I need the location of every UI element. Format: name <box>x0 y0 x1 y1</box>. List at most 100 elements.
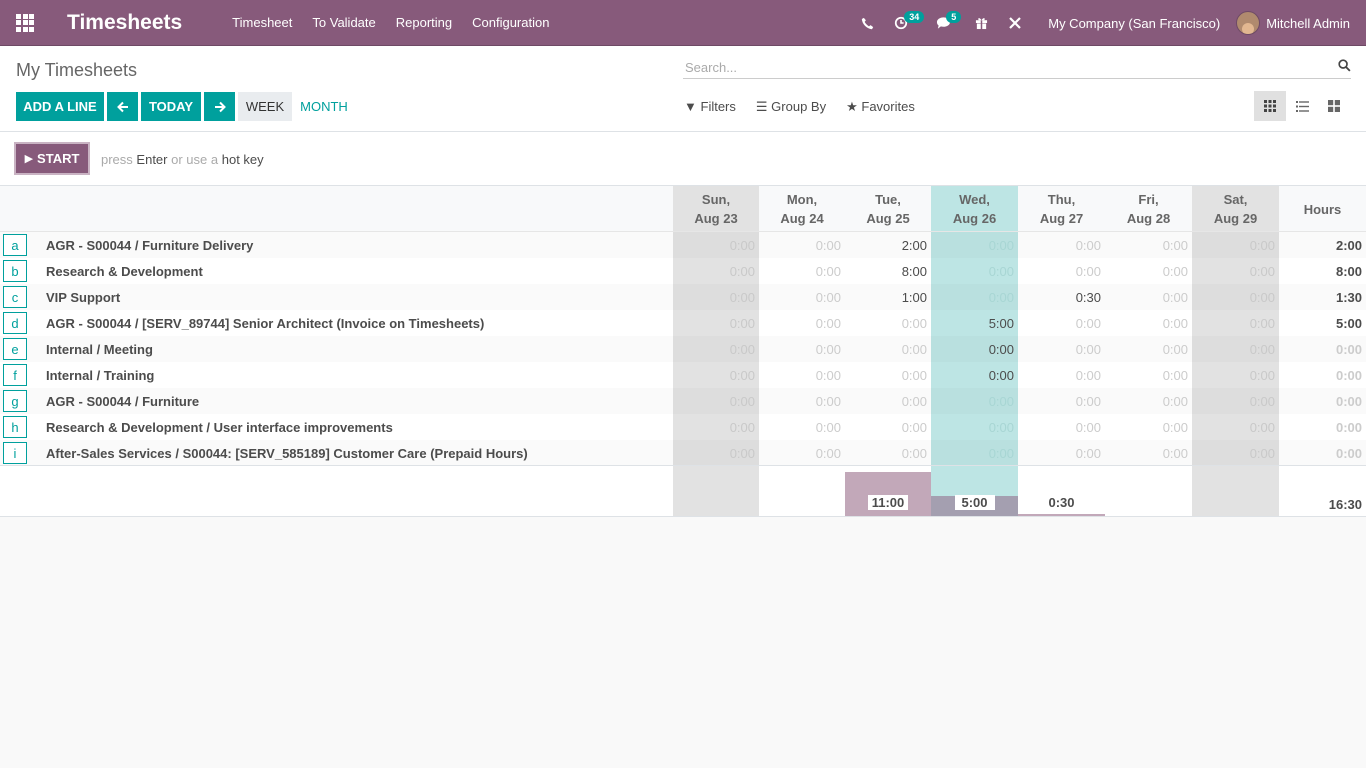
day-cell[interactable]: 1:00 <box>845 290 927 305</box>
day-cell[interactable]: 0:00 <box>1192 342 1275 357</box>
day-cell[interactable]: 0:00 <box>931 238 1014 253</box>
day-cell[interactable]: 0:00 <box>759 316 841 331</box>
day-cell[interactable]: 0:00 <box>1192 264 1275 279</box>
day-cell[interactable]: 0:00 <box>931 446 1014 461</box>
day-cell[interactable]: 0:00 <box>673 420 755 435</box>
day-cell[interactable]: 0:00 <box>673 316 755 331</box>
row-hotkey[interactable]: c <box>3 286 27 308</box>
day-cell[interactable]: 0:00 <box>1192 420 1275 435</box>
day-cell[interactable]: 0:00 <box>845 420 927 435</box>
row-hotkey[interactable]: a <box>3 234 27 256</box>
menu-configuration[interactable]: Configuration <box>462 15 559 30</box>
row-task-name[interactable]: AGR - S00044 / Furniture <box>46 394 199 409</box>
row-task-name[interactable]: Internal / Meeting <box>46 342 153 357</box>
menu-reporting[interactable]: Reporting <box>386 15 462 30</box>
week-range-button[interactable]: WEEK <box>238 92 292 121</box>
day-cell[interactable]: 0:00 <box>931 342 1014 357</box>
day-cell[interactable]: 0:00 <box>845 316 927 331</box>
activity-clock-icon[interactable]: 34 <box>884 0 925 46</box>
app-brand[interactable]: Timesheets <box>50 11 222 35</box>
day-cell[interactable]: 0:00 <box>931 420 1014 435</box>
search-input[interactable] <box>683 57 1323 77</box>
day-cell[interactable]: 0:00 <box>845 368 927 383</box>
day-cell[interactable]: 0:00 <box>1192 316 1275 331</box>
day-cell[interactable]: 0:00 <box>759 420 841 435</box>
day-cell[interactable]: 5:00 <box>931 316 1014 331</box>
day-cell[interactable]: 0:00 <box>1105 290 1188 305</box>
day-cell[interactable]: 0:30 <box>1018 290 1101 305</box>
day-cell[interactable]: 0:00 <box>759 264 841 279</box>
day-cell[interactable]: 0:00 <box>1018 342 1101 357</box>
row-task-name[interactable]: Research & Development / User interface … <box>46 420 393 435</box>
day-cell[interactable]: 0:00 <box>1105 394 1188 409</box>
day-cell[interactable]: 0:00 <box>759 394 841 409</box>
day-cell[interactable]: 0:00 <box>931 264 1014 279</box>
day-cell[interactable]: 0:00 <box>1018 446 1101 461</box>
list-view-button[interactable] <box>1286 91 1318 121</box>
row-hotkey[interactable]: i <box>3 442 27 464</box>
row-task-name[interactable]: AGR - S00044 / [SERV_89744] Senior Archi… <box>46 316 484 331</box>
day-cell[interactable]: 0:00 <box>673 446 755 461</box>
day-cell[interactable]: 0:00 <box>673 264 755 279</box>
day-cell[interactable]: 0:00 <box>931 368 1014 383</box>
gift-icon[interactable] <box>965 0 998 46</box>
day-cell[interactable]: 0:00 <box>845 394 927 409</box>
day-cell[interactable]: 0:00 <box>759 446 841 461</box>
start-timer-button[interactable]: ▶ START <box>14 142 90 175</box>
row-task-name[interactable]: AGR - S00044 / Furniture Delivery <box>46 238 253 253</box>
day-cell[interactable]: 0:00 <box>1192 394 1275 409</box>
row-task-name[interactable]: Internal / Training <box>46 368 154 383</box>
day-cell[interactable]: 0:00 <box>673 290 755 305</box>
row-hotkey[interactable]: d <box>3 312 27 334</box>
day-cell[interactable]: 0:00 <box>759 238 841 253</box>
group-by-dropdown[interactable]: ☰ Group By <box>756 99 826 115</box>
row-hotkey[interactable]: f <box>3 364 27 386</box>
filters-dropdown[interactable]: ▼ Filters <box>684 99 736 115</box>
next-week-button[interactable] <box>204 92 235 121</box>
day-cell[interactable]: 0:00 <box>1105 264 1188 279</box>
row-hotkey[interactable]: e <box>3 338 27 360</box>
day-cell[interactable]: 0:00 <box>759 290 841 305</box>
day-cell[interactable]: 0:00 <box>673 368 755 383</box>
company-switcher[interactable]: My Company (San Francisco) <box>1032 16 1236 31</box>
row-task-name[interactable]: Research & Development <box>46 264 203 279</box>
day-cell[interactable]: 0:00 <box>1192 368 1275 383</box>
day-cell[interactable]: 0:00 <box>1018 238 1101 253</box>
day-cell[interactable]: 0:00 <box>1018 264 1101 279</box>
day-cell[interactable]: 0:00 <box>845 342 927 357</box>
grid-view-button[interactable] <box>1254 91 1286 121</box>
day-cell[interactable]: 0:00 <box>845 446 927 461</box>
day-cell[interactable]: 0:00 <box>931 290 1014 305</box>
day-cell[interactable]: 8:00 <box>845 264 927 279</box>
day-cell[interactable]: 0:00 <box>673 238 755 253</box>
day-cell[interactable]: 0:00 <box>759 342 841 357</box>
day-cell[interactable]: 0:00 <box>1018 394 1101 409</box>
messages-icon[interactable]: 5 <box>926 0 962 46</box>
user-menu[interactable]: Mitchell Admin <box>1266 16 1366 31</box>
today-button[interactable]: TODAY <box>141 92 201 121</box>
menu-to-validate[interactable]: To Validate <box>302 15 385 30</box>
day-cell[interactable]: 0:00 <box>1105 238 1188 253</box>
kanban-view-button[interactable] <box>1318 91 1350 121</box>
day-cell[interactable]: 0:00 <box>1018 316 1101 331</box>
day-cell[interactable]: 0:00 <box>1018 368 1101 383</box>
day-cell[interactable]: 0:00 <box>1105 420 1188 435</box>
favorites-dropdown[interactable]: ★ Favorites <box>846 99 915 115</box>
day-cell[interactable]: 0:00 <box>673 394 755 409</box>
user-avatar[interactable] <box>1236 11 1261 35</box>
row-hotkey[interactable]: b <box>3 260 27 282</box>
row-hotkey[interactable]: g <box>3 390 27 412</box>
previous-week-button[interactable] <box>107 92 138 121</box>
search-icon[interactable] <box>1338 59 1351 75</box>
row-task-name[interactable]: After-Sales Services / S00044: [SERV_585… <box>46 446 528 461</box>
day-cell[interactable]: 0:00 <box>1192 290 1275 305</box>
month-range-button[interactable]: MONTH <box>292 92 356 121</box>
day-cell[interactable]: 0:00 <box>673 342 755 357</box>
menu-timesheet[interactable]: Timesheet <box>222 15 302 30</box>
tools-icon[interactable] <box>998 0 1032 46</box>
day-cell[interactable]: 0:00 <box>1105 342 1188 357</box>
row-task-name[interactable]: VIP Support <box>46 290 120 305</box>
row-hotkey[interactable]: h <box>3 416 27 438</box>
apps-menu-icon[interactable] <box>0 0 50 46</box>
phone-icon[interactable] <box>851 0 884 46</box>
